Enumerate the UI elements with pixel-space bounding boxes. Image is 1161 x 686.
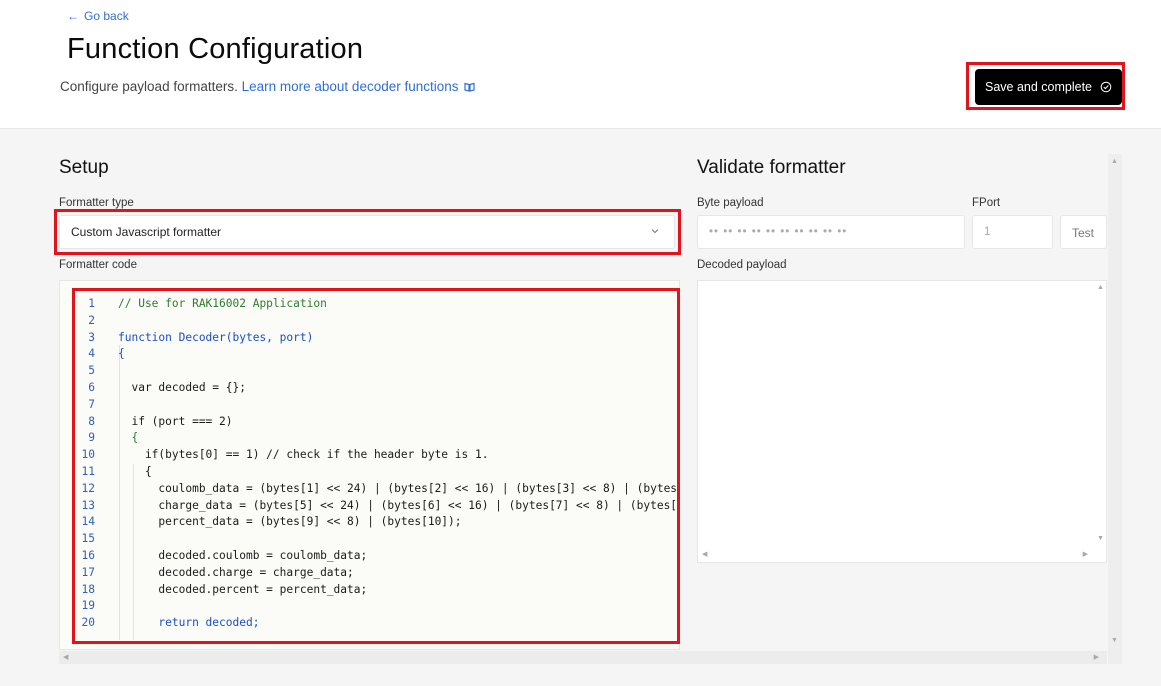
subtitle-text: Configure payload formatters. [60,79,238,94]
page-subtitle: Configure payload formatters. Learn more… [60,79,475,94]
scroll-up-icon[interactable]: ▲ [1097,284,1104,292]
go-back-label: Go back [84,9,129,23]
decoded-payload-output: ▲ ▼ ◀ ▶ [697,280,1107,563]
byte-payload-label: Byte payload [697,197,764,209]
book-icon [463,80,475,92]
scroll-left-icon[interactable]: ◀ [63,654,68,662]
formatter-type-label: Formatter type [59,197,134,209]
scroll-right-icon[interactable]: ▶ [1094,654,1099,662]
fport-label: FPort [972,197,1001,209]
test-button[interactable]: Test [1060,215,1107,249]
page-vertical-scrollbar[interactable]: ▲ ▼ [1108,154,1122,664]
save-button-label: Save and complete [984,80,1092,94]
byte-payload-input[interactable]: •• •• •• •• •• •• •• •• •• •• [697,215,965,249]
byte-payload-placeholder: •• •• •• •• •• •• •• •• •• •• [709,226,848,238]
page-title: Function Configuration [67,33,364,65]
check-circle-icon [1100,81,1112,93]
formatter-select-highlight [54,209,681,255]
setup-heading: Setup [59,157,109,178]
learn-more-link[interactable]: Learn more about decoder functions [242,79,475,94]
fport-placeholder: 1 [984,226,991,238]
decoded-vertical-scrollbar[interactable]: ▲ ▼ [1094,281,1106,547]
scroll-down-icon[interactable]: ▼ [1097,535,1104,543]
horizontal-scrollbar[interactable]: ◀ ▶ [59,651,1107,664]
decoded-payload-label: Decoded payload [697,259,787,271]
validate-heading: Validate formatter [697,157,846,178]
learn-more-label: Learn more about decoder functions [241,79,459,94]
scroll-right-icon[interactable]: ▶ [1083,551,1088,559]
formatter-code-label: Formatter code [59,259,137,271]
code-editor-highlight [72,288,680,644]
scroll-left-icon[interactable]: ◀ [702,551,707,559]
scroll-up-icon[interactable]: ▲ [1111,158,1118,166]
scroll-down-icon[interactable]: ▼ [1111,637,1118,645]
arrow-left-icon: ← [67,9,79,23]
decoded-horizontal-scrollbar[interactable]: ◀ ▶ [698,548,1094,562]
save-and-complete-button[interactable]: Save and complete [975,69,1122,105]
fport-input[interactable]: 1 [972,215,1053,249]
go-back-link[interactable]: ← Go back [67,9,129,23]
test-button-label: Test [1072,226,1095,240]
